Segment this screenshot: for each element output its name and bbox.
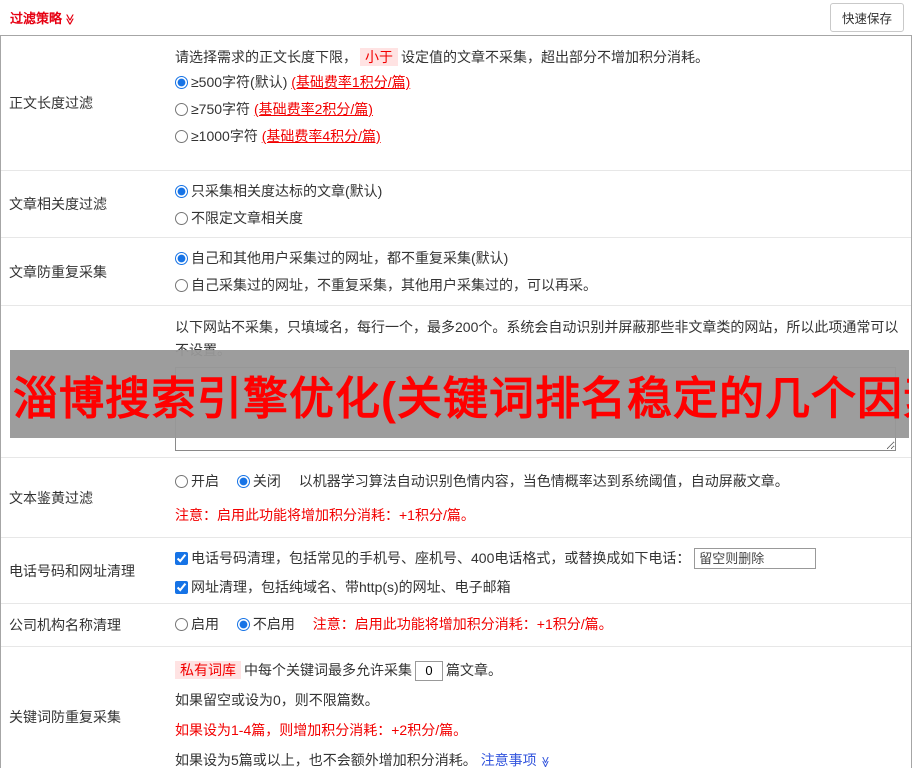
porn-on-option[interactable]: 开启 xyxy=(175,473,219,489)
page-header: 过滤策略≫ 快速保存 xyxy=(0,0,912,35)
watermark-text: 淄博搜索引擎优化(关键词排名稳定的几个因素 xyxy=(13,372,909,424)
porn-filter-note: 注意：启用此功能将增加积分消耗：+1积分/篇。 xyxy=(175,507,475,523)
phone-clean-checkbox[interactable] xyxy=(175,552,188,565)
double-chevron-down-icon: ≫ xyxy=(538,756,551,768)
row-keyword-dedup: 关键词防重复采集 私有词库中每个关键词最多允许采集篇文章。 如果留空或设为0，则… xyxy=(1,647,911,768)
company-off-radio[interactable] xyxy=(236,618,250,631)
row-label: 公司机构名称清理 xyxy=(9,617,121,633)
relevance-strict-option[interactable]: 只采集相关度达标的文章(默认) xyxy=(175,183,382,199)
url-clean-option[interactable]: 网址清理，包括纯域名、带http(s)的网址、电子邮箱 xyxy=(175,579,511,595)
porn-filter-desc: 以机器学习算法自动识别色情内容，当色情概率达到系统阈值，自动屏蔽文章。 xyxy=(298,473,789,489)
length-filter-desc: 请选择需求的正文长度下限， 小于 设定值的文章不采集，超出部分不增加积分消耗。 xyxy=(175,48,709,66)
length-option-750-label[interactable]: ≥750字符 (基础费率2积分/篇) xyxy=(175,101,373,117)
dedup-all-option[interactable]: 自己和其他用户采集过的网址，都不重复采集(默认) xyxy=(175,250,508,266)
length-500-radio[interactable] xyxy=(175,76,188,89)
private-lexicon-highlight: 私有词库 xyxy=(175,661,241,679)
watermark-banner: 淄博搜索引擎优化(关键词排名稳定的几个因素 xyxy=(10,350,909,438)
keyword-note-free: 如果设为5篇或以上，也不会额外增加积分消耗。 注意事项 ≫ xyxy=(175,745,903,768)
keyword-limit-input[interactable] xyxy=(415,660,443,681)
row-label: 文章相关度过滤 xyxy=(9,196,107,212)
quick-save-button[interactable]: 快速保存 xyxy=(829,3,904,32)
relevance-any-radio[interactable] xyxy=(175,212,188,225)
porn-off-radio[interactable] xyxy=(236,475,250,488)
relevance-strict-radio[interactable] xyxy=(175,185,188,198)
company-on-radio[interactable] xyxy=(175,618,188,631)
rate-note: (基础费率4积分/篇) xyxy=(261,128,381,144)
company-off-option[interactable]: 不启用 xyxy=(236,616,295,632)
row-porn-filter: 文本鉴黄过滤 开启 关闭 以机器学习算法自动识别色情内容，当色情概率达到系统阈值… xyxy=(1,458,911,538)
url-clean-checkbox[interactable] xyxy=(175,581,188,594)
double-chevron-down-icon: ≫ xyxy=(63,13,76,26)
length-option-750: ≥750字符 (基础费率2积分/篇) xyxy=(175,96,903,123)
row-phone-url-clean: 电话号码和网址清理 电话号码清理，包括常见的手机号、座机号、400电话格式，或替… xyxy=(1,538,911,604)
filter-strategy-label: 过滤策略 xyxy=(10,11,63,26)
row-relevance-filter: 文章相关度过滤 只采集相关度达标的文章(默认) 不限定文章相关度 xyxy=(1,171,911,238)
porn-off-option[interactable]: 关闭 xyxy=(236,473,281,489)
relevance-any-option[interactable]: 不限定文章相关度 xyxy=(175,210,303,226)
row-company-clean: 公司机构名称清理 启用 不启用 注意：启用此功能将增加积分消耗：+1积分/篇。 xyxy=(1,604,911,647)
dedup-self-option[interactable]: 自己采集过的网址，不重复采集，其他用户采集过的，可以再采。 xyxy=(175,277,597,293)
row-length-filter: 正文长度过滤 请选择需求的正文长度下限， 小于 设定值的文章不采集，超出部分不增加积… xyxy=(1,36,911,171)
company-clean-note: 注意：启用此功能将增加积分消耗：+1积分/篇。 xyxy=(312,616,613,632)
rate-note: (基础费率1积分/篇) xyxy=(291,74,411,90)
row-label: 文章防重复采集 xyxy=(9,263,107,280)
row-label: 关键词防重复采集 xyxy=(9,709,121,725)
row-dedup-filter: 文章防重复采集 自己和其他用户采集过的网址，都不重复采集(默认) 自己采集过的网… xyxy=(1,238,911,306)
dedup-self-radio[interactable] xyxy=(175,279,188,292)
filter-strategy-toggle[interactable]: 过滤策略≫ xyxy=(10,8,76,27)
length-option-1000-label[interactable]: ≥1000字符 (基础费率4积分/篇) xyxy=(175,128,381,144)
keyword-note-cost: 如果设为1-4篇，则增加积分消耗：+2积分/篇。 xyxy=(175,722,468,738)
row-label: 文本鉴黄过滤 xyxy=(9,489,93,506)
phone-clean-option[interactable]: 电话号码清理，包括常见的手机号、座机号、400电话格式，或替换成如下电话： xyxy=(175,550,690,566)
row-label: 电话号码和网址清理 xyxy=(9,562,135,579)
length-option-500-label[interactable]: ≥500字符(默认) (基础费率1积分/篇) xyxy=(175,74,410,90)
notice-link[interactable]: 注意事项 ≫ xyxy=(481,752,551,768)
dedup-all-radio[interactable] xyxy=(175,252,188,265)
keyword-limit-line: 私有词库中每个关键词最多允许采集篇文章。 xyxy=(175,655,903,685)
porn-on-radio[interactable] xyxy=(175,475,188,488)
keyword-note-unlimited: 如果留空或设为0，则不限篇数。 xyxy=(175,692,379,708)
length-1000-radio[interactable] xyxy=(175,130,188,143)
row-label: 正文长度过滤 xyxy=(9,95,93,111)
length-option-1000: ≥1000字符 (基础费率4积分/篇) xyxy=(175,123,903,150)
replacement-phone-input[interactable] xyxy=(694,548,817,569)
company-on-option[interactable]: 启用 xyxy=(175,616,219,632)
lessthan-highlight: 小于 xyxy=(360,48,398,66)
rate-note: (基础费率2积分/篇) xyxy=(253,101,373,117)
length-750-radio[interactable] xyxy=(175,103,188,116)
length-option-500: ≥500字符(默认) (基础费率1积分/篇) xyxy=(175,69,903,96)
